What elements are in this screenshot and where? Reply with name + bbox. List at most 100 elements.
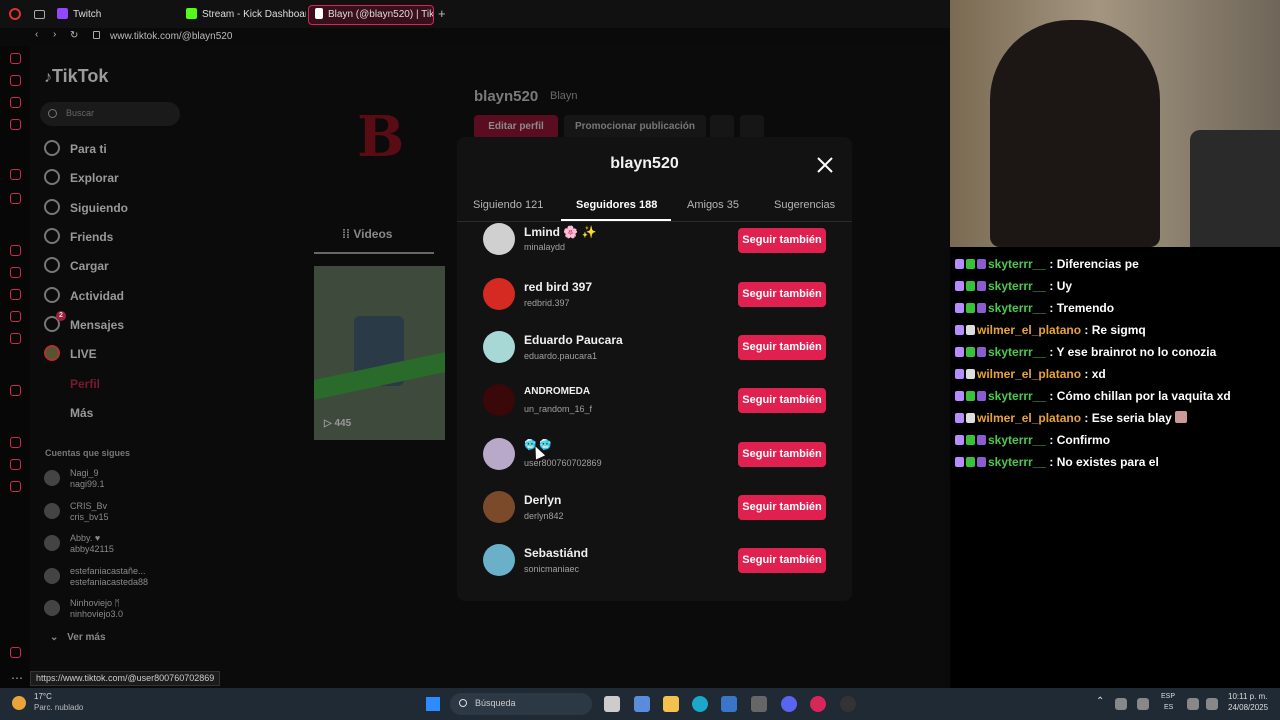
search-box[interactable]: Buscar [40,102,180,126]
avatar [44,470,60,486]
nav-actividad[interactable]: Actividad [44,286,124,306]
follow-back-button[interactable]: Seguir también [738,228,826,253]
store-icon[interactable] [721,696,737,712]
twitch-icon [57,8,68,19]
copilot-icon[interactable] [634,696,650,712]
tab-siguiendo[interactable]: Siguiendo 121 [473,199,543,211]
nav-live[interactable]: LIVE [44,344,97,364]
opera-icon[interactable] [810,696,826,712]
url-field[interactable]: www.tiktok.com/@blayn520 [110,31,232,42]
workspaces-icon[interactable] [34,10,45,19]
sub-badge-icon [977,347,986,357]
twitch-badge-icon [955,325,964,335]
tab-tiktok[interactable]: Blayn (@blayn520) | TikTo [308,5,434,25]
edge-icon[interactable] [692,696,708,712]
follower-row[interactable]: Derlyn derlyn842 Seguir también [483,487,828,527]
chat-message: skyterrr__ : Tremendo [955,299,1114,317]
tray-chevron-icon[interactable]: ⌃ [1096,696,1104,707]
follow-back-button[interactable]: Seguir también [738,388,826,413]
follow-back-button[interactable]: Seguir también [738,495,826,520]
sub-badge-icon [977,281,986,291]
sidebar-icon[interactable] [10,311,21,322]
follow-back-button[interactable]: Seguir también [738,282,826,307]
see-more-link[interactable]: ⌄ Ver más [50,632,106,643]
sidebar-icon[interactable] [10,193,21,204]
sidebar-icon[interactable] [10,385,21,396]
new-tab-button[interactable]: + [438,6,446,21]
sidebar-icon[interactable] [10,459,21,470]
opera-menu-icon[interactable] [9,8,21,20]
tab-twitch[interactable]: Twitch [57,5,177,25]
follow-back-button[interactable]: Seguir también [738,442,826,467]
follower-row[interactable]: Lmind 🌸 ✨ minalaydd Seguir también [483,223,828,263]
back-icon[interactable]: ‹ [35,29,38,40]
sidebar-icon[interactable] [10,245,21,256]
clock-time[interactable]: 10:11 p. m. [1228,692,1267,701]
promote-button[interactable]: Promocionar publicación [564,115,706,139]
sidebar-icon[interactable] [10,437,21,448]
sidebar-icon[interactable] [10,333,21,344]
more-icon[interactable]: ⋯ [11,671,23,685]
sidebar-icon[interactable] [10,267,21,278]
avatar [483,544,515,576]
nav-explorar[interactable]: Explorar [44,168,119,188]
sidebar-icon[interactable] [10,53,21,64]
follow-back-button[interactable]: Seguir también [738,335,826,360]
sidebar-icon[interactable] [10,75,21,86]
nav-cargar[interactable]: Cargar [44,256,109,276]
reload-icon[interactable]: ↻ [70,30,78,41]
tab-seguidores[interactable]: Seguidores 188 [576,199,657,211]
nav-perfil[interactable]: Perfil [44,374,100,394]
video-thumbnail[interactable]: ▷ 445 [314,266,445,440]
nav-siguiendo[interactable]: Siguiendo [44,198,128,218]
network-icon[interactable] [1187,698,1199,710]
nav-para-ti[interactable]: Para ti [44,139,107,159]
forward-icon[interactable]: › [53,29,56,40]
tab-kick[interactable]: Stream - Kick Dashboard [186,5,306,25]
language-indicator[interactable]: ESP [1161,693,1175,700]
avatar [483,491,515,523]
share-icon[interactable] [740,115,764,139]
follower-row[interactable]: ANDROMEDA un_random_16_f Seguir también [483,380,828,420]
tiktok-logo[interactable]: ♪TikTok [44,66,108,87]
follower-row[interactable]: Eduardo Paucara eduardo.paucara1 Seguir … [483,327,828,367]
task-view-icon[interactable] [604,696,620,712]
sidebar-icon[interactable] [10,647,21,658]
taskbar-search[interactable]: Búsqueda [450,693,592,715]
sidebar-icon[interactable] [10,289,21,300]
sidebar-icon[interactable] [10,97,21,108]
follower-row[interactable]: 🥶 🥶 user800760702869 Seguir también [483,434,828,474]
nav-mensajes[interactable]: Mensajes 2 [44,311,124,335]
discord-icon[interactable] [781,696,797,712]
sidebar-icon[interactable] [10,169,21,180]
settings-icon[interactable] [710,115,734,139]
nav-mas[interactable]: Más [44,403,93,423]
following-title: Cuentas que sigues [45,448,131,458]
app-icon[interactable] [751,696,767,712]
clock-date[interactable]: 24/08/2025 [1228,703,1268,712]
follower-row[interactable]: red bird 397 redbrid.397 Seguir también [483,274,828,314]
live-avatar-icon [44,345,60,361]
obs-icon[interactable] [840,696,856,712]
windows-start-icon[interactable] [426,697,440,711]
follower-row[interactable]: Sebastiánd sonicmaniaec Seguir también [483,540,828,580]
sidebar-icon[interactable] [10,119,21,130]
close-icon[interactable] [815,155,835,175]
user-check-icon [44,199,60,215]
avatar [44,568,60,584]
edit-profile-button[interactable]: Editar perfil [474,115,558,139]
twitch-badge-icon [955,457,964,467]
tab-sugerencias[interactable]: Sugerencias [774,199,835,211]
friends-icon [44,228,60,244]
file-explorer-icon[interactable] [663,696,679,712]
tray-icon[interactable] [1137,698,1149,710]
weather-widget[interactable]: 17°C Parc. nublado [12,692,102,716]
tray-icon[interactable] [1115,698,1127,710]
volume-icon[interactable] [1206,698,1218,710]
follow-back-button[interactable]: Seguir también [738,548,826,573]
nav-friends[interactable]: Friends [44,227,113,247]
sidebar-icon[interactable] [10,481,21,492]
chat-overlay: skyterrr__ : Diferencias pe skyterrr__ :… [950,247,1280,688]
tab-videos[interactable]: ⁞⁞ Videos [342,227,392,241]
tab-amigos[interactable]: Amigos 35 [687,199,739,211]
